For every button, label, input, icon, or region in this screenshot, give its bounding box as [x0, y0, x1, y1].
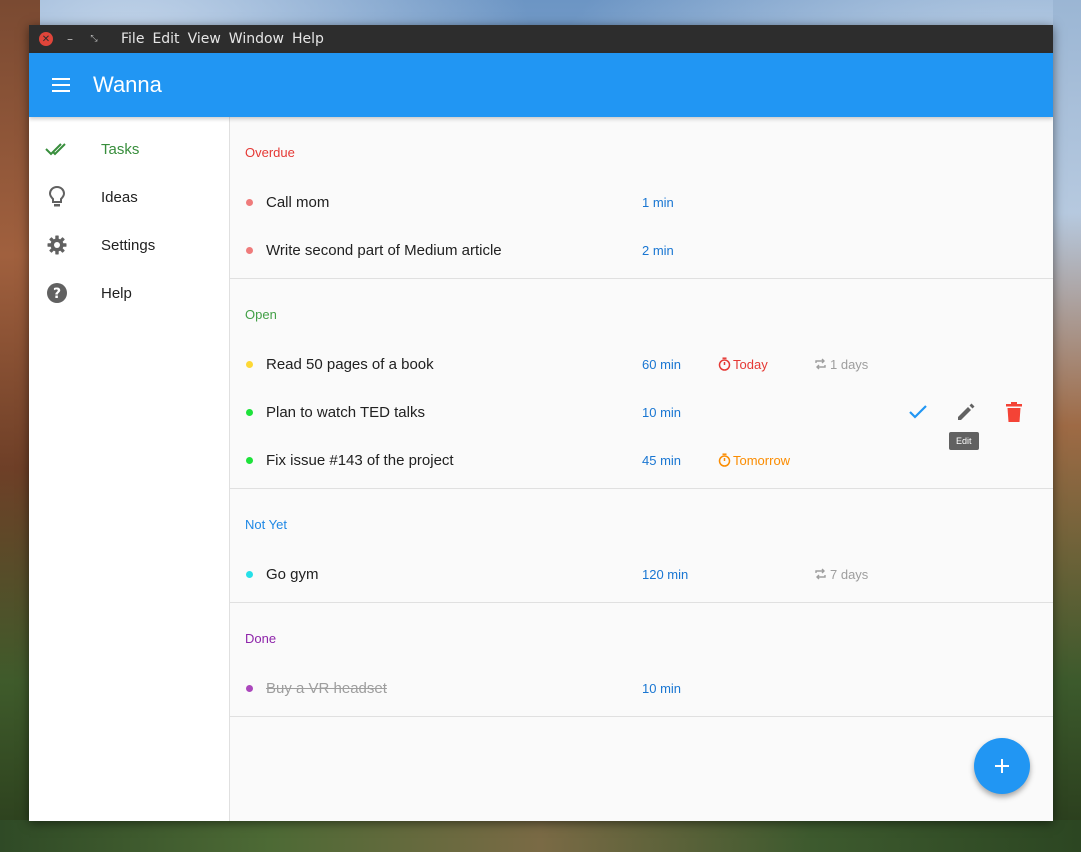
window-minimize-button[interactable]: – [63, 32, 77, 46]
window-titlebar: ✕ – ⤡ File Edit View Window Help [29, 25, 1053, 53]
task-row[interactable]: Call mom 1 min [230, 178, 1053, 226]
status-dot [246, 456, 253, 464]
menubar: File Edit View Window Help [121, 31, 332, 47]
app-title: Wanna [93, 72, 162, 97]
sidebar-item-settings[interactable]: Settings [29, 221, 229, 269]
lightbulb-icon [45, 185, 69, 209]
task-duration: 60 min [642, 356, 682, 372]
section-overdue: Overdue Call mom 1 min Write second part… [230, 117, 1053, 279]
menu-icon[interactable] [52, 74, 70, 96]
status-dot [246, 684, 253, 692]
task-title: Buy a VR headset [266, 679, 387, 697]
task-row[interactable]: Write second part of Medium article 2 mi… [230, 226, 1053, 274]
menu-help[interactable]: Help [292, 31, 324, 47]
desktop-wallpaper-bottom [0, 820, 1081, 852]
sidebar-item-help[interactable]: ? Help [29, 269, 229, 317]
repeat-badge: 7 days [814, 567, 868, 582]
svg-text:?: ? [53, 286, 61, 302]
sidebar-item-label: Settings [101, 236, 156, 254]
section-done: Done Buy a VR headset 10 min [230, 603, 1053, 717]
sidebar-item-label: Tasks [101, 140, 140, 158]
repeat-label: 7 days [830, 566, 869, 582]
section-title: Overdue [245, 145, 295, 160]
status-dot [246, 408, 253, 416]
due-label: Tomorrow [733, 452, 791, 468]
menu-file[interactable]: File [121, 31, 144, 47]
menu-view[interactable]: View [188, 31, 221, 47]
plus-icon [995, 759, 1009, 773]
check-icon[interactable] [906, 400, 930, 424]
task-list: Overdue Call mom 1 min Write second part… [230, 117, 1053, 821]
add-task-button[interactable] [974, 738, 1030, 794]
window-close-button[interactable]: ✕ [39, 32, 53, 46]
section-title: Done [245, 631, 277, 646]
task-duration: 10 min [642, 404, 682, 420]
task-row[interactable]: Fix issue #143 of the project 45 min Tom… [230, 436, 1053, 484]
task-duration: 120 min [642, 566, 689, 582]
sidebar: Tasks Ideas Settings ? Help [29, 117, 230, 821]
sidebar-item-tasks[interactable]: Tasks [29, 125, 229, 173]
task-duration: 10 min [642, 680, 682, 696]
task-title: Write second part of Medium article [266, 241, 502, 259]
sidebar-item-ideas[interactable]: Ideas [29, 173, 229, 221]
status-dot [246, 246, 253, 254]
section-open: Open Read 50 pages of a book 60 min Toda… [230, 279, 1053, 489]
sidebar-item-label: Ideas [101, 188, 138, 206]
task-duration: 2 min [642, 242, 674, 258]
status-dot [246, 570, 253, 578]
due-badge: Today [718, 357, 814, 372]
row-actions [906, 400, 1050, 424]
task-title: Plan to watch TED talks [266, 403, 425, 421]
due-badge: Tomorrow [718, 453, 814, 468]
status-dot [246, 198, 253, 206]
menu-edit[interactable]: Edit [152, 31, 179, 47]
status-dot [246, 360, 253, 368]
help-circle-icon: ? [45, 281, 69, 305]
task-title: Go gym [266, 565, 319, 583]
double-check-icon [45, 137, 69, 161]
section-title: Not Yet [245, 517, 287, 532]
section-title: Open [245, 307, 277, 322]
due-label: Today [733, 356, 768, 372]
task-row[interactable]: Buy a VR headset 10 min [230, 664, 1053, 712]
task-duration: 1 min [642, 194, 674, 210]
task-title: Call mom [266, 193, 330, 211]
menu-window[interactable]: Window [229, 31, 284, 47]
repeat-icon [815, 358, 826, 370]
timer-icon [718, 357, 731, 371]
task-row[interactable]: Plan to watch TED talks 10 min Edit [230, 388, 1053, 450]
task-title: Read 50 pages of a book [266, 355, 434, 373]
window-maximize-button[interactable]: ⤡ [87, 32, 101, 46]
gear-icon [45, 233, 69, 257]
repeat-badge: 1 days [814, 357, 868, 372]
repeat-icon [815, 568, 826, 580]
section-not-yet: Not Yet Go gym 120 min 7 days [230, 489, 1053, 603]
delete-icon[interactable] [1002, 400, 1026, 424]
desktop-wallpaper-right [1053, 0, 1081, 852]
timer-icon [718, 453, 731, 467]
task-title: Fix issue #143 of the project [266, 451, 454, 469]
task-row[interactable]: Go gym 120 min 7 days [230, 550, 1053, 598]
repeat-label: 1 days [830, 356, 869, 372]
edit-icon[interactable] [954, 400, 978, 424]
app-window: ✕ – ⤡ File Edit View Window Help Wanna T… [29, 25, 1053, 821]
task-duration: 45 min [642, 452, 682, 468]
app-bar: Wanna [29, 53, 1053, 117]
sidebar-item-label: Help [101, 284, 132, 302]
task-row[interactable]: Read 50 pages of a book 60 min Today 1 d… [230, 340, 1053, 388]
